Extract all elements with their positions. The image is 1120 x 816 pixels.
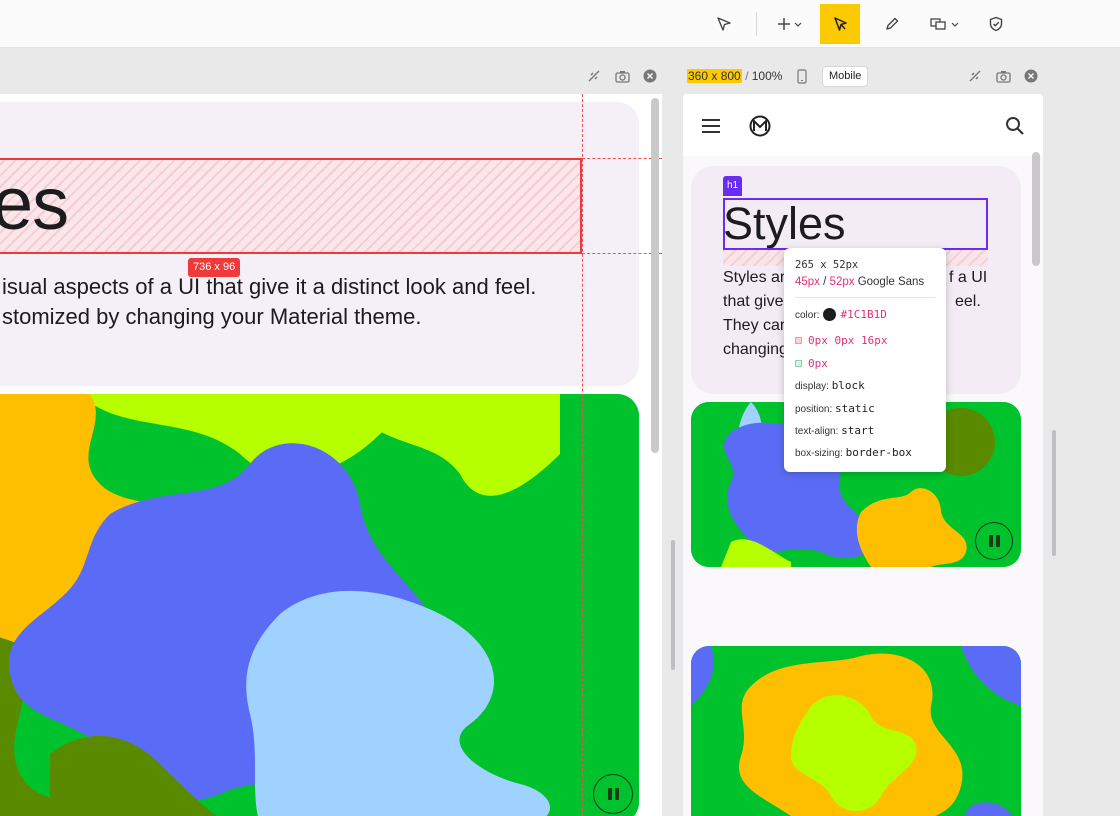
zoom-level: 100% bbox=[751, 69, 783, 83]
pause-animation-button[interactable] bbox=[593, 774, 633, 814]
unlink-icon[interactable] bbox=[586, 68, 602, 84]
color-value: #1C1B1D bbox=[840, 308, 887, 321]
typography-separator: / bbox=[823, 276, 827, 288]
font-family-value: Google Sans bbox=[857, 276, 925, 288]
pause-animation-button[interactable] bbox=[975, 522, 1013, 560]
pane-resize-handle[interactable] bbox=[671, 540, 675, 670]
device-select-button[interactable]: Mobile bbox=[822, 66, 869, 87]
display-value: block bbox=[831, 379, 865, 392]
color-swatch bbox=[823, 308, 837, 321]
viewport-separator: / bbox=[745, 69, 749, 83]
shield-check-icon[interactable] bbox=[976, 4, 1016, 44]
margin-row: 0px 0px 16px bbox=[795, 334, 887, 347]
padding-row: 0px bbox=[795, 357, 828, 370]
typography-info: 45px / 52px Google Sans bbox=[795, 276, 924, 288]
guide-line-vertical bbox=[582, 94, 583, 816]
pane-resize-handle[interactable] bbox=[1052, 430, 1056, 556]
margin-value: 0px 0px 16px bbox=[808, 334, 888, 347]
selected-element-highlight bbox=[0, 158, 582, 254]
add-icon[interactable] bbox=[770, 4, 810, 44]
camera-icon[interactable] bbox=[614, 68, 630, 84]
text-align-label: text-align: bbox=[795, 426, 839, 437]
toolbar-divider bbox=[756, 12, 757, 36]
tooltip-divider bbox=[795, 297, 935, 298]
padding-swatch bbox=[795, 360, 802, 367]
position-row: position: static bbox=[795, 402, 875, 415]
hero-description-line: isual aspects of a UI that give it a dis… bbox=[2, 274, 537, 299]
position-value: static bbox=[835, 402, 875, 415]
element-size-badge: 736 x 96 bbox=[188, 258, 241, 277]
pen-icon[interactable] bbox=[872, 4, 912, 44]
hero-illustration bbox=[0, 394, 639, 816]
hero-description-line: stomized by changing your Material theme… bbox=[2, 304, 422, 329]
page-heading: es bbox=[0, 162, 69, 245]
box-sizing-label: box-sizing: bbox=[795, 448, 843, 459]
inspect-pointer-icon[interactable] bbox=[820, 4, 860, 44]
inspector-tooltip: 265 x 52px 45px / 52px Google Sans color… bbox=[784, 248, 946, 472]
font-size-value: 45px bbox=[795, 276, 820, 288]
mobile-description-text: that give bbox=[723, 293, 784, 310]
material-logo-icon[interactable] bbox=[749, 115, 771, 142]
guide-line-horizontal bbox=[582, 253, 662, 254]
element-size: 265 x 52px bbox=[795, 259, 859, 271]
menu-icon[interactable] bbox=[701, 118, 721, 139]
close-icon[interactable] bbox=[1023, 68, 1039, 84]
top-toolbar bbox=[0, 0, 1120, 48]
text-align-value: start bbox=[841, 424, 875, 437]
mobile-top-app-bar bbox=[683, 94, 1043, 156]
display-row: display: block bbox=[795, 379, 865, 392]
mobile-scrollbar[interactable] bbox=[1032, 152, 1040, 266]
hero-description: isual aspects of a UI that give it a dis… bbox=[2, 272, 602, 332]
desktop-preview-pane[interactable]: es isual aspects of a UI that give it a … bbox=[0, 94, 662, 816]
viewport-dimensions[interactable]: 360 x 800 / 100% bbox=[687, 69, 782, 83]
mobile-description-text: Styles ar bbox=[723, 269, 786, 286]
comment-icon[interactable] bbox=[924, 4, 964, 44]
camera-icon[interactable] bbox=[995, 68, 1011, 84]
close-icon[interactable] bbox=[642, 68, 658, 84]
mobile-description-text: f a UI bbox=[949, 269, 988, 286]
box-sizing-row: box-sizing: border-box bbox=[795, 446, 912, 459]
text-align-row: text-align: start bbox=[795, 424, 874, 437]
element-tag-badge: h1 bbox=[723, 176, 743, 196]
line-height-value: 52px bbox=[829, 276, 855, 288]
margin-swatch bbox=[795, 337, 802, 344]
mobile-description-text: eel. bbox=[955, 293, 981, 310]
search-icon[interactable] bbox=[1005, 116, 1025, 141]
position-label: position: bbox=[795, 404, 833, 415]
selected-element-highlight bbox=[723, 198, 988, 250]
padding-value: 0px bbox=[808, 357, 828, 370]
unlink-icon[interactable] bbox=[967, 68, 983, 84]
color-label: color: bbox=[795, 310, 820, 321]
color-row: color: #1C1B1D bbox=[795, 308, 887, 321]
phone-device-icon[interactable] bbox=[794, 68, 810, 84]
display-label: display: bbox=[795, 381, 829, 392]
mobile-secondary-illustration bbox=[691, 646, 1021, 816]
box-sizing-value: border-box bbox=[845, 446, 912, 459]
select-cursor-icon[interactable] bbox=[704, 4, 744, 44]
viewport-size: 360 x 800 bbox=[687, 69, 742, 83]
desktop-scrollbar[interactable] bbox=[651, 98, 659, 453]
guide-line-horizontal bbox=[582, 158, 662, 159]
